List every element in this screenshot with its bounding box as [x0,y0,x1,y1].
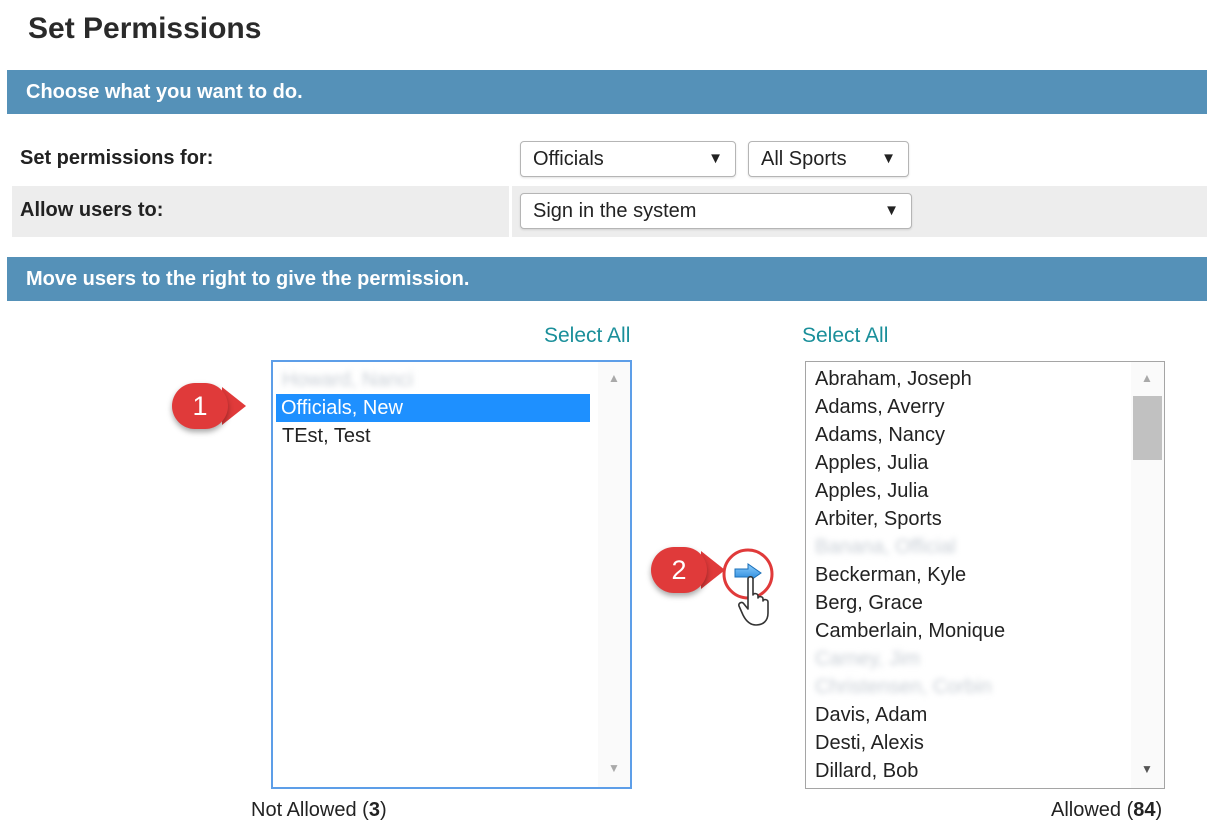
right-scrollbar[interactable]: ▲ ▼ [1131,362,1164,788]
group-select[interactable]: Officials ▼ [520,141,736,177]
page-title: Set Permissions [28,12,262,45]
list-item[interactable]: Adams, Averry [806,393,1130,421]
allowed-label: Allowed ( [1051,799,1134,821]
step-1-callout: 1 [172,383,228,429]
list-item[interactable]: Carney, Jim [806,645,1130,673]
list-item[interactable]: TEst, Test [273,422,594,450]
not-allowed-close: ) [379,799,387,821]
move-right-button[interactable] [722,547,776,626]
list-item[interactable]: Apples, Julia [806,477,1130,505]
action-select-value: Sign in the system [533,200,697,222]
not-allowed-count-value: 3 [368,799,380,821]
list-item[interactable]: Abraham, Joseph [806,365,1130,393]
allowed-count-value: 84 [1133,799,1156,821]
left-scrollbar[interactable]: ▲ ▼ [598,362,630,787]
scroll-up-icon[interactable]: ▲ [598,371,630,385]
allowed-items: Abraham, Joseph Adams, Averry Adams, Nancy… [806,365,1130,785]
list-item[interactable]: Officials, New [276,394,590,422]
right-select-all-link[interactable]: Select All [802,324,888,348]
left-select-all-link[interactable]: Select All [544,324,630,348]
list-item[interactable]: Adams, Nancy [806,421,1130,449]
chevron-down-icon: ▼ [884,202,899,219]
step-2-callout: 2 [651,547,707,593]
not-allowed-count: Not Allowed (3) [251,799,387,822]
list-item[interactable]: Berg, Grace [806,589,1130,617]
allowed-count: Allowed (84) [1051,799,1162,822]
list-item[interactable]: Apples, Julia [806,449,1130,477]
list-item[interactable]: Dillard, Bob [806,757,1130,785]
list-item[interactable]: Camberlain, Monique [806,617,1130,645]
list-item[interactable]: Christensen, Corbin [806,673,1130,701]
list-item[interactable]: Desti, Alexis [806,729,1130,757]
group-select-value: Officials [533,148,604,170]
allow-users-label: Allow users to: [20,199,164,221]
chevron-down-icon: ▼ [708,150,723,167]
not-allowed-listbox[interactable]: Howard, Nanci Officials, New TEst, Test … [271,360,632,789]
list-item[interactable]: Howard, Nanci [273,366,594,394]
not-allowed-label: Not Allowed ( [251,799,369,821]
not-allowed-items: Howard, Nanci Officials, New TEst, Test [273,366,594,450]
list-item[interactable]: Beckerman, Kyle [806,561,1130,589]
scroll-up-icon[interactable]: ▲ [1131,371,1163,385]
list-item[interactable]: Davis, Adam [806,701,1130,729]
list-item[interactable]: Arbiter, Sports [806,505,1130,533]
allowed-close: ) [1155,799,1163,821]
scroll-down-icon[interactable]: ▼ [598,761,630,775]
sport-select[interactable]: All Sports ▼ [748,141,909,177]
section-header-choose: Choose what you want to do. [7,70,1207,114]
hand-cursor-icon [738,575,769,626]
scrollbar-thumb[interactable] [1133,396,1162,460]
sport-select-value: All Sports [761,148,847,170]
scroll-down-icon[interactable]: ▼ [1131,762,1163,776]
set-permissions-label: Set permissions for: [20,147,214,169]
allowed-listbox[interactable]: Abraham, Joseph Adams, Averry Adams, Nancy… [805,361,1165,789]
chevron-down-icon: ▼ [881,150,896,167]
section-header-move: Move users to the right to give the perm… [7,257,1207,301]
action-select[interactable]: Sign in the system ▼ [520,193,912,229]
list-item[interactable]: Banana, Official [806,533,1130,561]
